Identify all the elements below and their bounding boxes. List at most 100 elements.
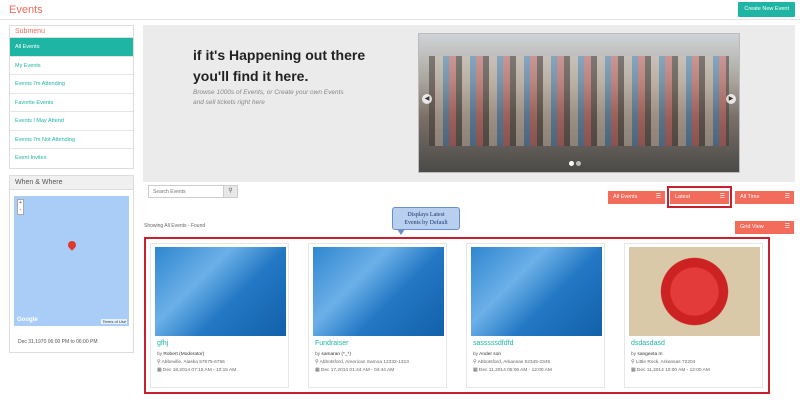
event-location-text: Abbotsford, American Samoa 12332-1313 [319,360,409,365]
location-pin-icon: ⚲ [157,360,161,365]
event-card[interactable]: dsdasdasd by sangeeta m ⚲ Little Rock, A… [624,243,763,388]
submenu-item-favorite[interactable]: Favorite Events [10,94,133,112]
submenu-item-all-events[interactable]: All Events [10,38,133,57]
callout-line1: Displays Latest [407,212,445,218]
slider-next-icon[interactable]: ▶ [726,94,736,104]
top-bar: Events Create New Event [0,0,800,20]
event-name[interactable]: sasssssdfdfd [473,340,513,347]
calendar-icon: ▦ [157,368,162,373]
search-box: ⚲ [148,185,238,198]
event-card[interactable]: Fundraiser by samaran (*_*) ⚲ Abbotsford… [308,243,447,388]
location-pin-icon: ⚲ [631,360,635,365]
all-time-filter-label: All Time [740,194,760,200]
all-events-filter[interactable]: All Events ☰ [608,191,665,204]
all-events-filter-label: All Events [613,194,638,200]
event-host-name[interactable]: sangeeta m [637,352,662,357]
event-datetime-text: Dec 18,2014 07:15 AM - 10:15 AM [162,368,237,373]
hero-slider-image: ◀ ▶ [418,33,740,173]
event-card[interactable]: sasssssdfdfd by Ander son ⚲ Abbotsford, … [466,243,605,388]
event-host: by Robert (Moderator) [157,352,204,357]
event-thumbnail[interactable] [313,247,444,336]
event-location-text: Little Rock, Arkansas 72204 [635,360,696,365]
submenu-item-not-attending[interactable]: Events I'm Not Attending [10,131,133,149]
event-name[interactable]: Fundraiser [315,340,348,347]
grid-icon: ☰ [784,224,790,230]
submenu-item-may-attend[interactable]: Events I May Attend [10,112,133,131]
list-icon: ☰ [655,194,661,200]
event-location-text: Abbeville, Alaska 57675-6756 [161,360,225,365]
event-location: ⚲ Abbeville, Alaska 57675-6756 [157,360,225,365]
event-location-text: Abbotsford, Arkansas 52345-2345 [477,360,551,365]
event-host-name[interactable]: samaran (*_*) [321,352,351,357]
event-host-name[interactable]: Robert (Moderator) [163,352,204,357]
list-icon: ☰ [784,194,790,200]
hero-headline-line1: if it's Happening out there [193,47,366,63]
event-datetime: ▦ Dec 11,2014 10:00 AM - 12:00 AM [631,368,710,373]
event-name[interactable]: dsdasdasd [631,340,665,347]
google-logo: Google [17,317,38,323]
runners-photo [429,56,729,146]
event-datetime: ▦ Dec 17,2014 01:44 AM - 04:44 AM [315,368,394,373]
submenu-item-attending[interactable]: Events I'm Attending [10,75,133,94]
event-by-prefix: by [315,352,321,357]
submenu-title: Submenu [10,26,133,38]
slider-dot-1[interactable] [569,161,574,166]
submenu-panel: Submenu All Events My Events Events I'm … [9,25,134,169]
event-thumbnail[interactable] [471,247,602,336]
event-location: ⚲ Little Rock, Arkansas 72204 [631,360,695,365]
page-title: Events [9,4,43,16]
submenu-item-my-events[interactable]: My Events [10,57,133,75]
slider-dot-2[interactable] [576,161,581,166]
event-datetime: ▦ Dec 18,2014 07:15 AM - 10:15 AM [157,368,236,373]
event-host: by samaran (*_*) [315,352,351,357]
slider-prev-icon[interactable]: ◀ [422,94,432,104]
event-location: ⚲ Abbotsford, Arkansas 52345-2345 [473,360,550,365]
event-thumbnail[interactable] [629,247,760,336]
search-icon[interactable]: ⚲ [223,186,237,197]
map-terms-link[interactable]: Terms of Use [101,319,127,324]
hero-subtext: Browse 1000s of Events, or Create your o… [193,89,344,106]
when-where-title: When & Where [10,176,133,190]
all-time-filter[interactable]: All Time ☰ [735,191,794,204]
slider-dots [569,161,583,168]
event-date-range: Dec 31,1970 06:00 PM to 06:00 PM [18,339,98,345]
event-name[interactable]: gfhj [157,340,168,347]
callout-line2: Events by Default [404,220,448,226]
event-by-prefix: by [157,352,163,357]
hero-banner: if it's Happening out there you'll find … [143,25,795,182]
event-host-name[interactable]: Ander son [479,352,501,357]
zoom-in-button[interactable]: + [18,200,23,207]
calendar-icon: ▦ [631,368,636,373]
latest-highlight-box [667,186,732,208]
location-map[interactable]: + - Google Terms of Use [14,196,129,326]
event-card[interactable]: gfhj by Robert (Moderator) ⚲ Abbeville, … [150,243,289,388]
event-thumbnail[interactable] [155,247,286,336]
calendar-icon: ▦ [473,368,478,373]
event-datetime-text: Dec 17,2014 01:44 AM - 04:44 AM [320,368,395,373]
grid-view-button[interactable]: Grid View ☰ [735,221,794,234]
map-zoom-control[interactable]: + - [17,199,24,215]
event-by-prefix: by [631,352,637,357]
zoom-out-button[interactable]: - [18,207,23,214]
annotation-callout: Displays Latest Events by Default [392,207,460,235]
when-where-panel: When & Where + - Google Terms of Use Dec… [9,175,134,353]
create-new-event-button[interactable]: Create New Event [738,2,795,17]
search-input[interactable] [149,186,223,197]
calendar-icon: ▦ [315,368,320,373]
event-datetime: ▦ Dec 11,2014 05:06 AM - 12:00 AM [473,368,552,373]
event-host: by sangeeta m [631,352,663,357]
event-by-prefix: by [473,352,479,357]
grid-view-label: Grid View [740,224,764,230]
hero-headline: if it's Happening out there you'll find … [193,45,365,87]
event-datetime-text: Dec 11,2014 10:00 AM - 12:00 AM [636,368,710,373]
location-pin-icon: ⚲ [473,360,477,365]
map-pin-icon[interactable] [66,239,78,251]
callout-tail [397,229,405,235]
location-pin-icon: ⚲ [315,360,319,365]
results-count: Showing All Events - Found [144,223,206,229]
hero-headline-line2: you'll find it here. [193,68,309,84]
event-location: ⚲ Abbotsford, American Samoa 12332-1313 [315,360,409,365]
event-host: by Ander son [473,352,501,357]
event-datetime-text: Dec 11,2014 05:06 AM - 12:00 AM [478,368,552,373]
submenu-item-invites[interactable]: Event Invites [10,149,133,168]
